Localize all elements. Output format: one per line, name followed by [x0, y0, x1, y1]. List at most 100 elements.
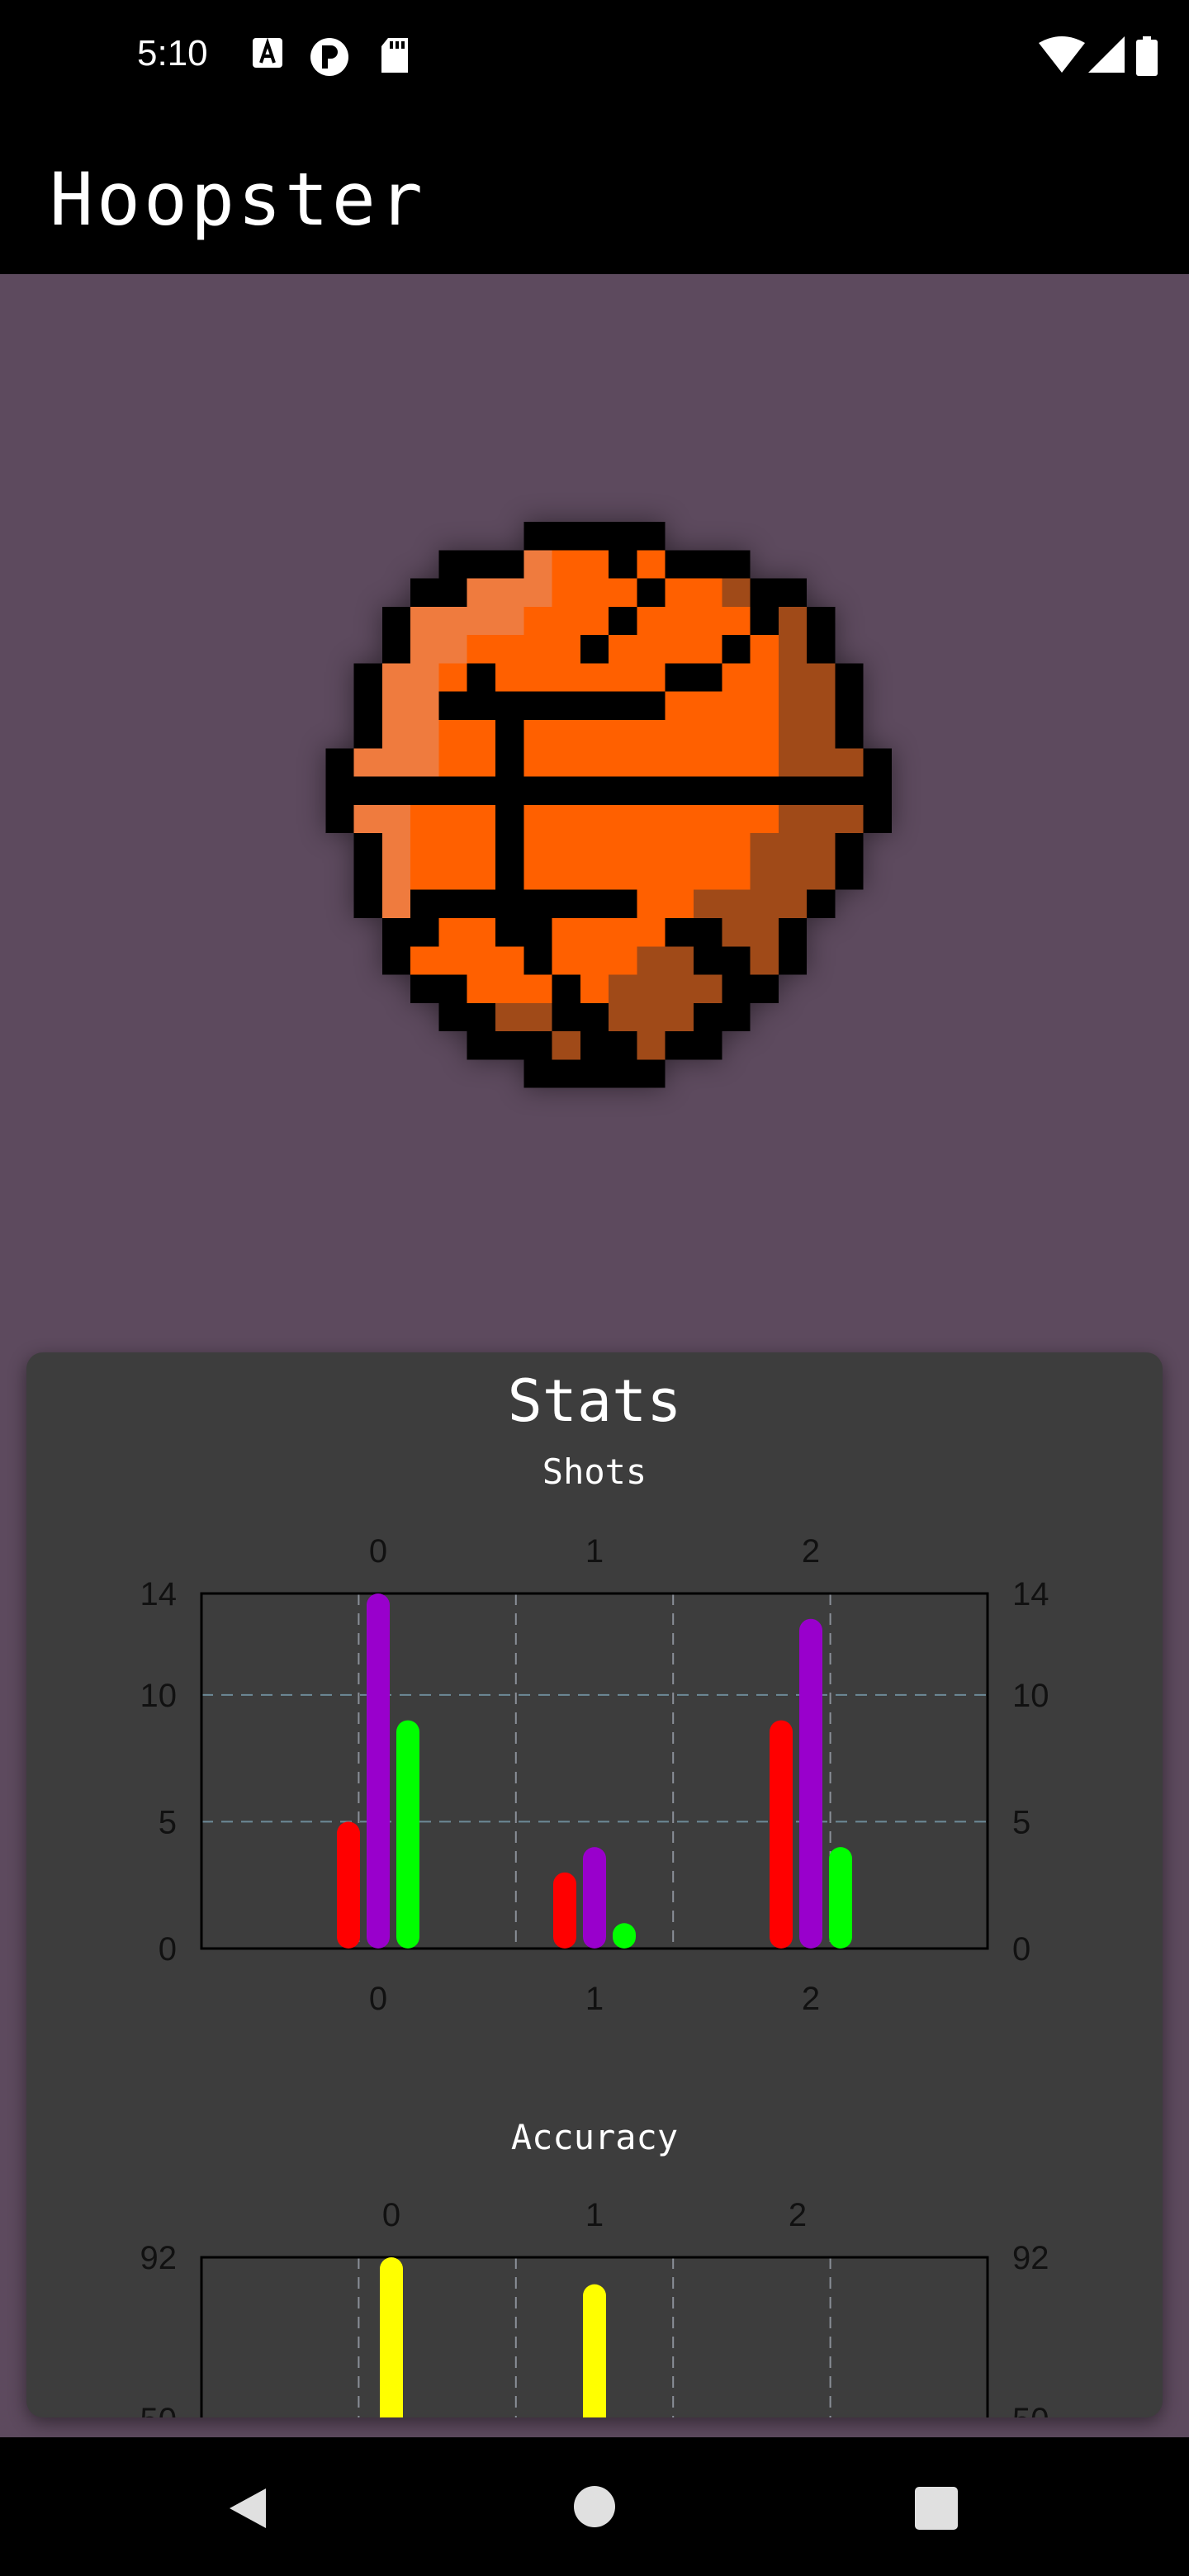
app-title: Hoopster [50, 157, 426, 242]
bar [396, 1720, 419, 1949]
ball-pixel [807, 889, 836, 918]
ball-pixel [353, 861, 382, 890]
ball-pixel [495, 578, 524, 607]
ball-pixel [863, 804, 892, 834]
ball-pixel [609, 635, 637, 664]
ball-pixel [495, 946, 524, 975]
ball-pixel [495, 550, 524, 579]
bar [770, 1720, 793, 1949]
ball-pixel [778, 663, 808, 692]
ball-pixel [381, 606, 411, 636]
ball-pixel [637, 606, 666, 636]
ball-pixel [381, 748, 411, 777]
ball-pixel [637, 691, 666, 720]
bar [583, 2284, 606, 2417]
ball-pixel [580, 1031, 609, 1060]
ball-pixel [523, 861, 552, 890]
status-time: 5:10 [137, 33, 208, 73]
ball-pixel [665, 946, 694, 975]
bar [829, 1847, 852, 1949]
ball-pixel [722, 974, 751, 1003]
bar [799, 1618, 822, 1949]
ball-pixel [495, 918, 524, 947]
ball-pixel [523, 606, 552, 636]
ball-pixel [580, 1059, 609, 1088]
ball-pixel [552, 522, 580, 551]
ball-pixel [750, 748, 779, 777]
x-tick-label-top: 0 [382, 2197, 400, 2233]
ball-pixel [637, 578, 666, 607]
ball-pixel [580, 918, 609, 947]
ball-pixel [665, 918, 694, 947]
ball-pixel [609, 889, 637, 918]
ball-pixel [495, 861, 524, 890]
ball-pixel [609, 1031, 637, 1060]
ball-pixel [410, 918, 439, 947]
ball-pixel [665, 691, 694, 720]
ball-pixel [807, 776, 836, 805]
ball-pixel [722, 748, 751, 777]
ball-pixel [552, 804, 580, 834]
ball-pixel [438, 550, 467, 579]
back-icon[interactable] [225, 2485, 271, 2531]
ball-pixel [552, 946, 580, 975]
ball-pixel [523, 1059, 552, 1088]
ball-pixel [694, 606, 722, 636]
ball-pixel [410, 861, 439, 890]
ball-pixel [495, 776, 524, 805]
ball-pixel [637, 1059, 666, 1088]
ball-pixel [665, 1031, 694, 1060]
y-tick-label-left: 10 [140, 1678, 178, 1714]
ball-pixel [381, 776, 411, 805]
home-icon[interactable] [573, 2485, 616, 2528]
ball-pixel [665, 1002, 694, 1032]
ball-pixel [381, 833, 411, 862]
recents-icon[interactable] [915, 2487, 958, 2530]
ball-pixel [353, 776, 382, 805]
ball-pixel [467, 606, 495, 636]
accuracy-chart-title: Accuracy [510, 2117, 679, 2157]
ball-pixel [722, 889, 751, 918]
signal-icon [1088, 36, 1125, 73]
ball-pixel [835, 804, 864, 834]
ball-pixel [580, 522, 609, 551]
ball-pixel [580, 1002, 609, 1032]
ball-pixel [467, 1031, 495, 1060]
ball-pixel [467, 748, 495, 777]
ball-pixel [609, 720, 637, 749]
ball-pixel [637, 1031, 666, 1060]
ball-pixel [778, 946, 808, 975]
ball-pixel [438, 606, 467, 636]
ball-pixel [694, 918, 722, 947]
ball-pixel [609, 606, 637, 636]
ball-pixel [552, 918, 580, 947]
battery-icon [1136, 36, 1158, 76]
ball-pixel [778, 918, 808, 947]
accuracy-chart: 50 50 92 92 0 1 2 [140, 2197, 1049, 2417]
ball-pixel [750, 635, 779, 664]
ball-pixel [523, 635, 552, 664]
ball-pixel [637, 974, 666, 1003]
ball-pixel [665, 833, 694, 862]
ball-pixel [580, 748, 609, 777]
ball-pixel [580, 578, 609, 607]
ball-pixel [637, 776, 666, 805]
ball-pixel [722, 776, 751, 805]
ball-pixel [353, 663, 382, 692]
ball-pixel [807, 833, 836, 862]
ball-pixel [523, 974, 552, 1003]
ball-pixel [410, 663, 439, 692]
ball-pixel [694, 748, 722, 777]
ball-pixel [495, 1002, 524, 1032]
ball-pixel [467, 804, 495, 834]
ball-pixel [722, 720, 751, 749]
basketball-image[interactable] [297, 522, 892, 1116]
ball-pixel [552, 606, 580, 636]
ball-pixel [694, 861, 722, 890]
p-badge-icon [310, 38, 348, 76]
ball-pixel [694, 833, 722, 862]
ball-pixel [750, 918, 779, 947]
ball-pixel [637, 522, 666, 551]
ball-pixel [523, 748, 552, 777]
ball-pixel [580, 946, 609, 975]
